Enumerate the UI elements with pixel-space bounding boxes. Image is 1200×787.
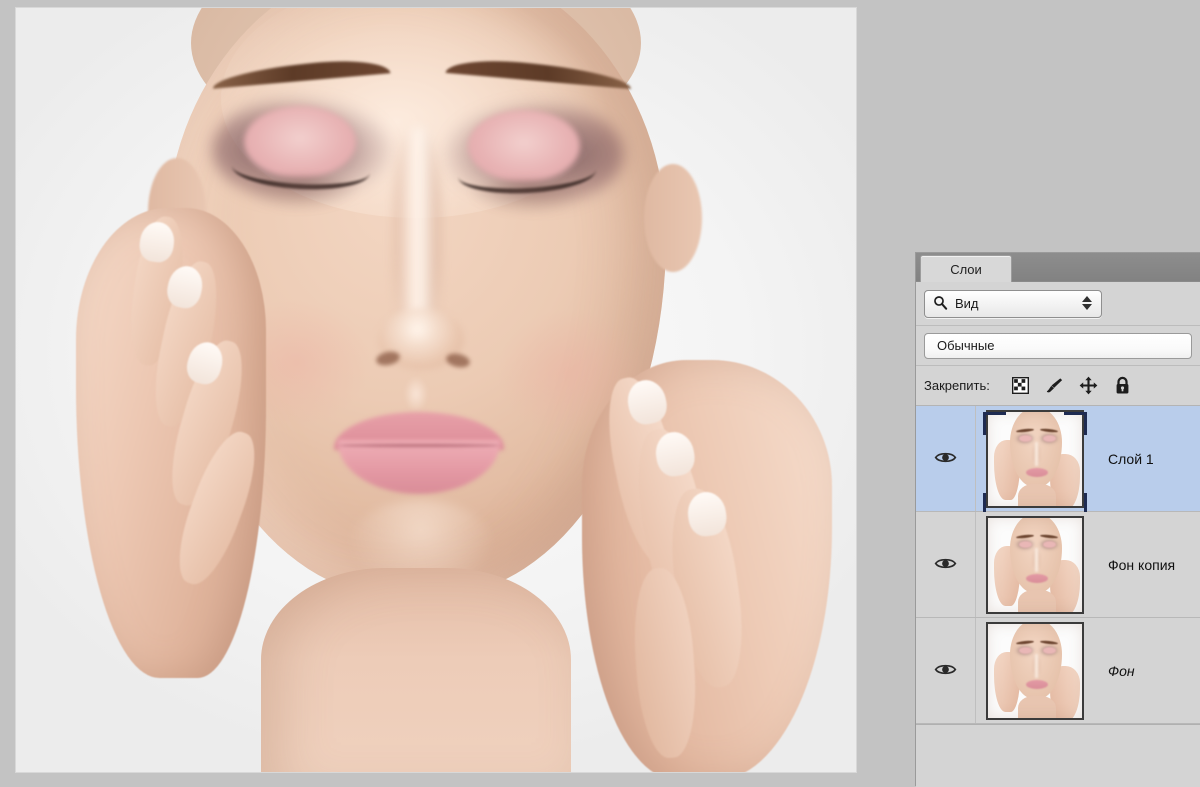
canvas-area	[0, 0, 880, 786]
layer-thumbnail	[986, 515, 1084, 614]
layer-name[interactable]: Фон	[1094, 663, 1200, 679]
eye-icon	[934, 450, 957, 468]
document-window[interactable]	[16, 8, 856, 772]
layer-thumbnail	[986, 409, 1084, 508]
layer-thumbnail-cell[interactable]	[976, 515, 1094, 614]
layer-row[interactable]: Слой 1	[916, 406, 1200, 516]
search-icon	[933, 295, 948, 313]
updown-arrows-icon[interactable]	[1082, 295, 1092, 310]
portrait-photo	[16, 8, 856, 772]
layers-list: Слой 1 Фон копия Фон	[916, 406, 1200, 724]
brush-lock-icon[interactable]	[1038, 373, 1072, 399]
tab-layers[interactable]: Слои	[920, 255, 1012, 282]
filter-kind-select[interactable]: Вид	[924, 289, 1102, 318]
blend-mode-select[interactable]: Обычные	[924, 332, 1192, 359]
eye-icon	[934, 662, 957, 680]
layer-row[interactable]: Фон	[916, 618, 1200, 724]
layer-filter-row: Вид	[916, 282, 1200, 326]
layer-thumbnail-cell[interactable]	[976, 621, 1094, 720]
blend-mode-row: Обычные	[916, 326, 1200, 366]
layer-visibility-toggle[interactable]	[916, 618, 976, 723]
panel-tabstrip: Слои	[916, 253, 1200, 282]
photoshop-window: Слои Вид Обычные Закрепить: Слой 1 Фон к…	[0, 0, 1200, 787]
layer-visibility-toggle[interactable]	[916, 406, 976, 511]
panel-footer	[916, 724, 1200, 747]
layer-name[interactable]: Фон копия	[1094, 557, 1200, 573]
layers-panel-body: Вид Обычные Закрепить: Слой 1 Фон копия …	[916, 282, 1200, 787]
move-lock-icon[interactable]	[1072, 373, 1106, 399]
layer-thumbnail	[986, 621, 1084, 720]
lock-label: Закрепить:	[924, 378, 990, 393]
layer-name[interactable]: Слой 1	[1094, 451, 1200, 467]
layer-row[interactable]: Фон копия	[916, 512, 1200, 618]
layer-visibility-toggle[interactable]	[916, 512, 976, 617]
eye-icon	[934, 556, 957, 574]
filter-kind-value: Вид	[955, 296, 979, 311]
all-lock-icon[interactable]	[1106, 373, 1140, 399]
tab-layers-label: Слои	[950, 261, 982, 277]
layers-panel: Слои Вид Обычные Закрепить: Слой 1 Фон к…	[915, 252, 1200, 787]
transparency-lock-icon[interactable]	[1004, 373, 1038, 399]
lock-row: Закрепить:	[916, 366, 1200, 406]
blend-mode-value: Обычные	[937, 338, 995, 353]
layer-thumbnail-cell[interactable]	[976, 409, 1094, 516]
